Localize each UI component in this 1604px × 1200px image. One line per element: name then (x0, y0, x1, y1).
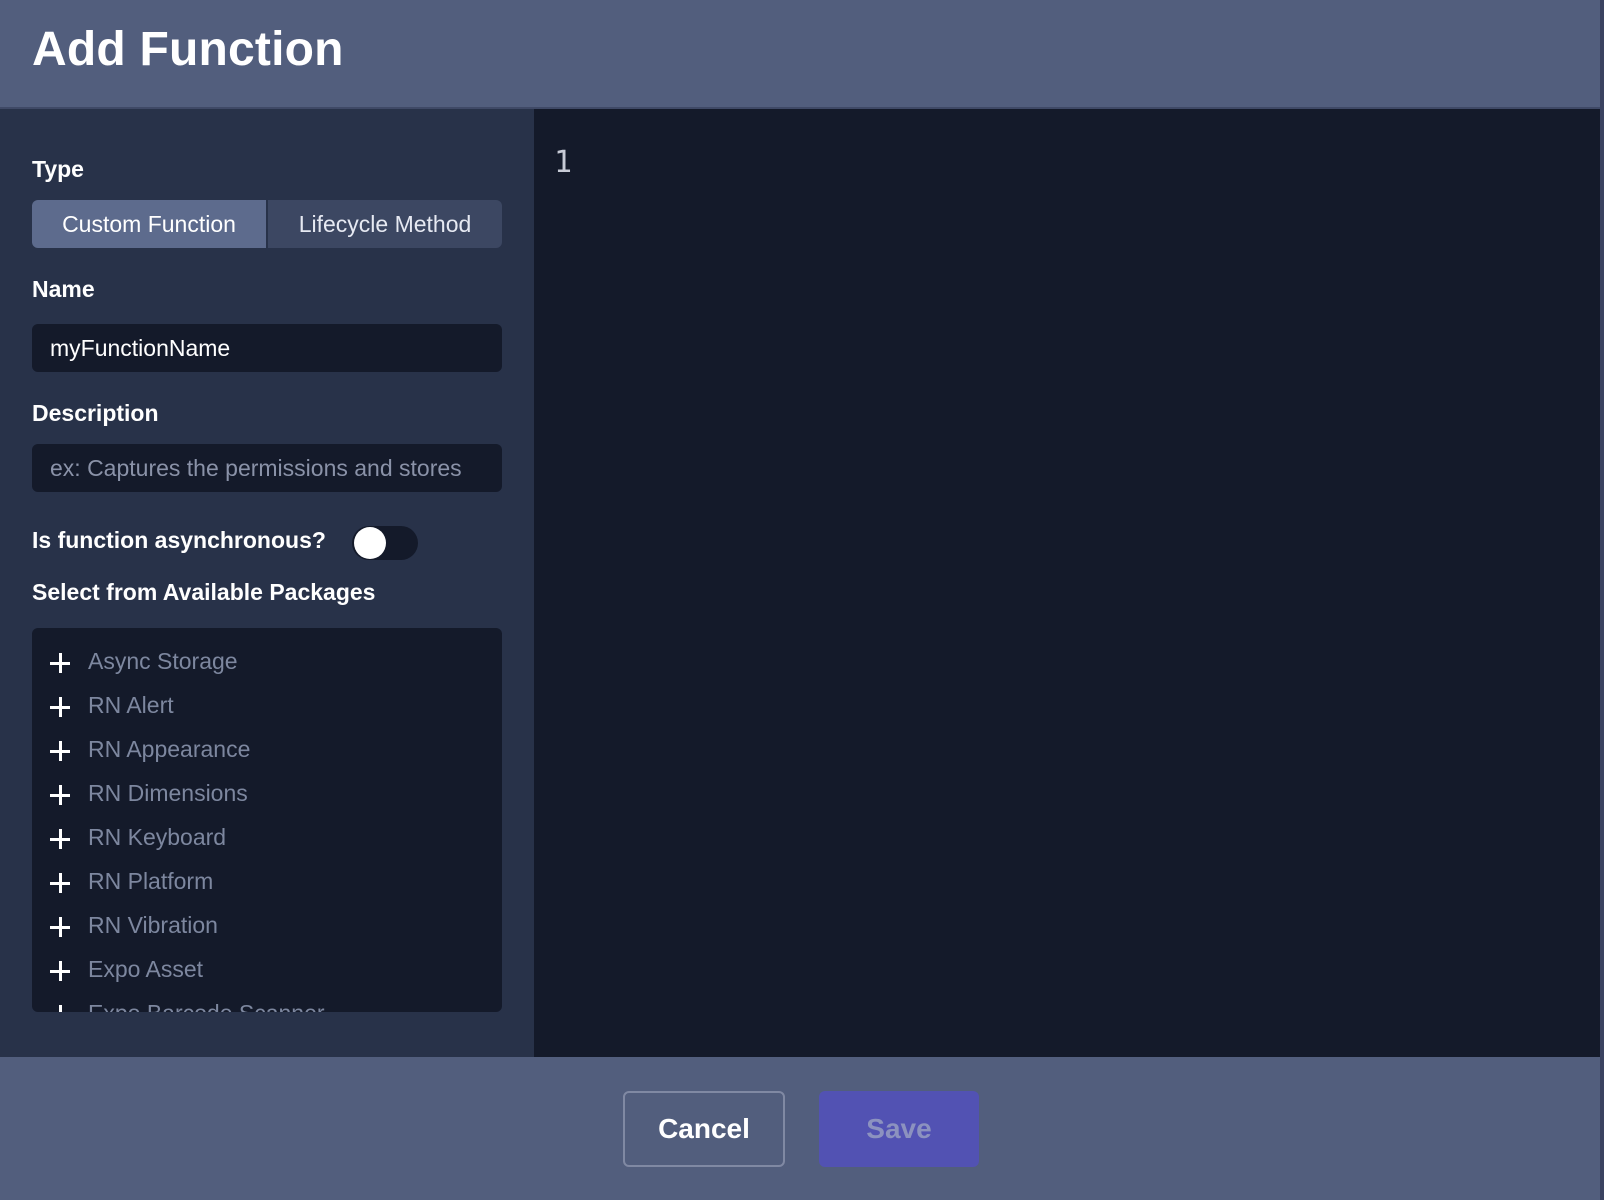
package-item-rn-vibration[interactable]: RN Vibration (32, 906, 502, 950)
description-input[interactable]: ex: Captures the permissions and stores (32, 444, 502, 492)
plus-icon (50, 916, 72, 938)
package-item-rn-appearance[interactable]: RN Appearance (32, 730, 502, 774)
package-item-expo-asset[interactable]: Expo Asset (32, 950, 502, 994)
line-number: 1 (554, 145, 573, 180)
type-label: Type (32, 156, 84, 182)
packages-list[interactable]: Async Storage RN Alert RN Appearance RN … (32, 628, 502, 1012)
package-label: RN Alert (88, 692, 174, 718)
package-label: Expo Barcode Scanner (88, 1000, 325, 1012)
packages-label: Select from Available Packages (32, 579, 376, 605)
name-label: Name (32, 276, 95, 302)
background-edge (1600, 0, 1604, 1200)
package-label: Async Storage (88, 648, 238, 674)
type-option-custom-function[interactable]: Custom Function (32, 200, 266, 248)
plus-icon (50, 872, 72, 894)
package-label: RN Platform (88, 868, 214, 894)
package-item-async-storage[interactable]: Async Storage (32, 642, 502, 686)
modal-footer: Cancel Save (0, 1057, 1600, 1200)
package-item-rn-keyboard[interactable]: RN Keyboard (32, 818, 502, 862)
package-item-rn-alert[interactable]: RN Alert (32, 686, 502, 730)
modal-header: Add Function (0, 0, 1600, 109)
package-item-rn-dimensions[interactable]: RN Dimensions (32, 774, 502, 818)
plus-icon (50, 784, 72, 806)
save-button[interactable]: Save (819, 1091, 979, 1167)
type-segmented-control: Custom Function Lifecycle Method (32, 200, 502, 248)
description-label: Description (32, 400, 159, 426)
package-label: RN Keyboard (88, 824, 227, 850)
package-item-rn-platform[interactable]: RN Platform (32, 862, 502, 906)
package-label: Expo Asset (88, 956, 204, 982)
type-option-lifecycle-method[interactable]: Lifecycle Method (266, 200, 502, 248)
package-label: RN Appearance (88, 736, 251, 762)
plus-icon (50, 696, 72, 718)
package-item-expo-barcode-scanner[interactable]: Expo Barcode Scanner (32, 994, 502, 1012)
async-toggle[interactable] (352, 526, 418, 560)
plus-icon (50, 960, 72, 982)
package-label: RN Vibration (88, 912, 218, 938)
cancel-button[interactable]: Cancel (623, 1091, 785, 1167)
plus-icon (50, 740, 72, 762)
add-function-modal: Add Function Type Custom Function Lifecy… (0, 0, 1600, 1200)
toggle-knob (354, 527, 386, 559)
plus-icon (50, 652, 72, 674)
name-input[interactable]: myFunctionName (32, 324, 502, 372)
modal-title: Add Function (32, 23, 344, 76)
async-label: Is function asynchronous? (32, 527, 326, 553)
package-label: RN Dimensions (88, 780, 248, 806)
plus-icon (50, 1004, 72, 1012)
code-editor[interactable]: 1 (534, 109, 1600, 1057)
plus-icon (50, 828, 72, 850)
function-form-panel: Type Custom Function Lifecycle Method Na… (0, 109, 534, 1057)
